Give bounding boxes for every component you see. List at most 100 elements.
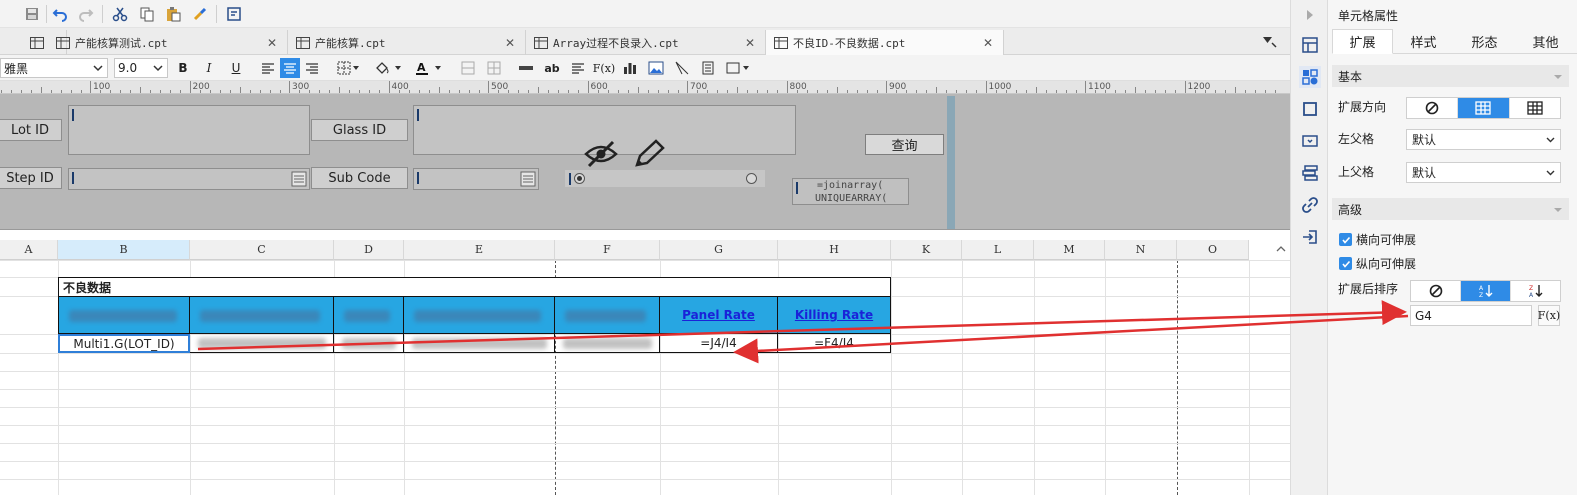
column-header-l[interactable]: L (962, 240, 1034, 260)
basic-section-header[interactable]: 基本 (1332, 65, 1569, 87)
column-header-k[interactable]: K (891, 240, 962, 260)
data-entry-icon[interactable] (1299, 226, 1321, 248)
insert-rich-text-icon[interactable]: ab (542, 58, 562, 78)
cell-attributes-icon[interactable] (1299, 66, 1321, 88)
tab-shape[interactable]: 形态 (1454, 29, 1515, 54)
table-title-cell[interactable]: 不良数据 (58, 277, 891, 296)
chevron-down-icon[interactable] (350, 58, 362, 78)
tab-defect-id-data[interactable]: 不良ID-不良数据.cpt ✕ (766, 30, 1004, 55)
horizontal-expand-option[interactable] (1510, 98, 1560, 118)
align-left-icon[interactable] (258, 58, 278, 78)
close-icon[interactable]: ✕ (503, 36, 517, 50)
tab-style[interactable]: 样式 (1393, 29, 1454, 54)
sub-code-combo[interactable] (413, 168, 539, 190)
tab-expand[interactable]: 扩展 (1332, 29, 1393, 54)
header-cell[interactable]: Killing Rate (778, 296, 891, 334)
preview-icon[interactable] (224, 4, 244, 24)
step-id-combo[interactable] (68, 168, 310, 190)
column-header-f[interactable]: F (555, 240, 660, 260)
tree-picker-icon[interactable] (520, 171, 536, 187)
header-cell[interactable] (190, 296, 334, 334)
formula-editor-button[interactable]: F(x) (1538, 305, 1560, 326)
pane-resize-bar[interactable] (947, 96, 955, 229)
paste-icon[interactable] (163, 4, 183, 24)
font-size-select[interactable]: 9.0 (114, 58, 168, 78)
top-parent-select[interactable]: 默认 (1406, 162, 1561, 183)
no-sort-option[interactable] (1411, 281, 1461, 301)
left-parent-select[interactable]: 默认 (1406, 129, 1561, 150)
column-header-m[interactable]: M (1034, 240, 1105, 260)
copy-icon[interactable] (137, 4, 157, 24)
insert-sub-report-icon[interactable] (698, 58, 718, 78)
panel-rate-header[interactable]: Panel Rate (682, 308, 755, 322)
tab-other[interactable]: 其他 (1515, 29, 1576, 54)
insert-image-icon[interactable] (646, 58, 666, 78)
column-header-h[interactable]: H (778, 240, 891, 260)
header-cell[interactable] (555, 296, 660, 334)
condition-attributes-icon[interactable] (1299, 162, 1321, 184)
radio-button[interactable] (746, 173, 757, 184)
undo-icon[interactable] (50, 4, 70, 24)
no-expand-option[interactable] (1407, 98, 1459, 118)
align-center-icon[interactable] (280, 58, 300, 78)
lot-id-cell[interactable]: Multi1.G(LOT_ID) (58, 334, 190, 353)
scroll-up-icon[interactable] (1276, 243, 1286, 253)
italic-icon[interactable]: I (199, 58, 219, 78)
tab-capacity-test[interactable]: 产能核算测试.cpt ✕ (48, 30, 288, 55)
collapse-panel-icon[interactable] (1299, 4, 1321, 26)
widget-input-icon[interactable] (1299, 130, 1321, 152)
chevron-down-icon[interactable] (740, 58, 752, 78)
widget-settings-icon[interactable] (1299, 34, 1321, 56)
column-header-g[interactable]: G (660, 240, 778, 260)
panel-rate-formula-cell[interactable]: =J4/I4 (660, 334, 778, 353)
killing-rate-header[interactable]: Killing Rate (795, 308, 873, 322)
chevron-down-icon[interactable] (432, 58, 444, 78)
hidden-widget-icon[interactable] (583, 138, 619, 170)
column-header-o[interactable]: O (1177, 240, 1249, 260)
header-cell[interactable] (404, 296, 555, 334)
close-icon[interactable]: ✕ (265, 36, 279, 50)
split-cells-icon[interactable] (484, 58, 504, 78)
data-cell[interactable] (404, 334, 555, 353)
sort-descending-option[interactable]: ZA (1511, 281, 1560, 301)
column-header-c[interactable]: C (190, 240, 334, 260)
column-header-a[interactable]: A (0, 240, 58, 260)
formula-label-widget[interactable]: =joinarray( UNIQUEARRAY( (792, 178, 909, 205)
vertical-expand-checkbox[interactable]: 纵向可伸展 (1339, 255, 1416, 272)
data-cell[interactable] (334, 334, 404, 353)
sort-ascending-option[interactable]: AZ (1461, 281, 1511, 301)
insert-slash-icon[interactable] (672, 58, 692, 78)
advanced-section-header[interactable]: 高级 (1332, 198, 1569, 220)
edit-widget-icon[interactable] (632, 138, 666, 170)
insert-chart-icon[interactable] (620, 58, 640, 78)
lot-id-input[interactable] (68, 105, 310, 155)
close-icon[interactable]: ✕ (743, 36, 757, 50)
horizontal-expand-checkbox[interactable]: 横向可伸展 (1339, 231, 1416, 248)
radio-group-widget[interactable] (565, 170, 765, 187)
close-icon[interactable]: ✕ (981, 36, 995, 50)
merge-cells-icon[interactable] (458, 58, 478, 78)
radio-button[interactable] (574, 173, 585, 184)
insert-formula-icon[interactable]: F(x) (593, 58, 615, 78)
column-header-n[interactable]: N (1105, 240, 1177, 260)
data-cell[interactable] (555, 334, 660, 353)
column-header-b[interactable]: B (58, 240, 190, 260)
underline-icon[interactable]: U (226, 58, 246, 78)
header-cell[interactable]: Panel Rate (660, 296, 778, 334)
align-right-icon[interactable] (302, 58, 322, 78)
header-cell[interactable] (58, 296, 190, 334)
font-color-icon[interactable]: A (412, 58, 432, 78)
column-header-d[interactable]: D (334, 240, 404, 260)
killing-rate-formula-cell[interactable]: =F4/I4 (778, 334, 891, 353)
data-cell[interactable] (190, 334, 334, 353)
insert-text-icon[interactable] (516, 58, 536, 78)
insert-paragraph-icon[interactable] (568, 58, 588, 78)
header-cell[interactable] (334, 296, 404, 334)
cut-icon[interactable] (110, 4, 130, 24)
chevron-down-icon[interactable] (392, 58, 404, 78)
vertical-expand-option[interactable] (1458, 98, 1510, 118)
tab-list-dropdown-icon[interactable] (1260, 33, 1278, 49)
sort-formula-input[interactable]: G4 (1410, 305, 1532, 326)
query-button[interactable]: 查询 (865, 134, 944, 155)
tree-picker-icon[interactable] (291, 171, 307, 187)
